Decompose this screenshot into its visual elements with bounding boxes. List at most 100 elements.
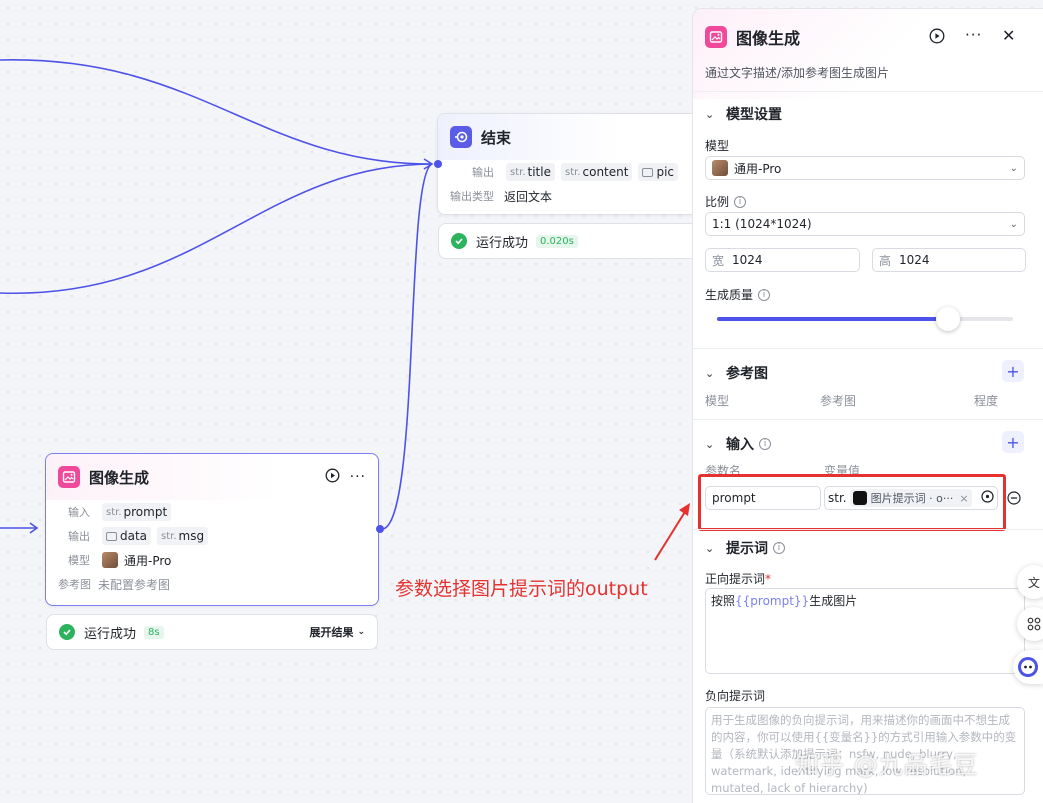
status-time-badge: 0.020s bbox=[536, 234, 578, 248]
model-value: 通用-Pro bbox=[124, 553, 172, 568]
image-node-output-port[interactable] bbox=[376, 525, 384, 533]
status-time-badge: 8s bbox=[144, 625, 164, 639]
divider bbox=[693, 419, 1043, 420]
more-icon[interactable]: ··· bbox=[350, 469, 366, 485]
run-icon[interactable] bbox=[325, 468, 340, 487]
output-tag-data: data bbox=[102, 527, 152, 545]
chevron-down-icon: ⌄ bbox=[705, 107, 715, 121]
height-input[interactable]: 高 1024 bbox=[872, 248, 1026, 272]
image-gen-icon bbox=[58, 466, 80, 488]
end-node-input-port[interactable] bbox=[434, 160, 442, 168]
output-tag-pic: pic bbox=[638, 163, 679, 181]
panel-description: 通过文字描述/添加参考图生成图片 bbox=[705, 66, 890, 80]
ref-col-model: 模型 bbox=[705, 394, 730, 408]
end-node[interactable]: 结束 输出 str. title str. content pic 输出类型 返回文… bbox=[437, 113, 699, 215]
quality-label: 生成质量 i bbox=[705, 286, 771, 303]
image-gen-icon bbox=[705, 26, 727, 48]
quality-slider-fill bbox=[717, 317, 948, 321]
prompt-header[interactable]: ⌄ 提示词 i bbox=[705, 538, 785, 558]
info-icon[interactable]: i bbox=[734, 195, 747, 208]
image-node-title: 图像生成 bbox=[89, 468, 150, 487]
end-node-icon bbox=[450, 126, 472, 148]
image-node-header: 图像生成 ··· bbox=[46, 454, 378, 500]
end-node-header: 结束 bbox=[438, 114, 698, 160]
assistant-bot-icon[interactable] bbox=[1013, 650, 1043, 684]
panel-title: 图像生成 bbox=[736, 29, 801, 48]
run-icon[interactable] bbox=[929, 28, 945, 48]
node-avatar-icon bbox=[852, 491, 867, 505]
ref-value: 未配置参考图 bbox=[98, 577, 171, 592]
clear-icon[interactable]: × bbox=[959, 492, 968, 505]
inputs-header[interactable]: ⌄ 输入 i bbox=[705, 434, 771, 454]
image-node-outputs: 输出 data str. msg bbox=[46, 524, 378, 548]
model-avatar bbox=[102, 552, 118, 568]
variable-value-select[interactable]: str. 图片提示词 · o··· × bbox=[824, 486, 998, 510]
end-node-status: 运行成功 0.020s bbox=[438, 223, 699, 259]
image-node-ref: 参考图 未配置参考图 bbox=[46, 572, 378, 596]
variable-tag: 图片提示词 · o··· × bbox=[849, 489, 972, 507]
success-check-icon bbox=[59, 624, 75, 640]
positive-prompt-textarea[interactable]: 按照{{prompt}}生成图片 bbox=[705, 588, 1025, 674]
end-node-output-type: 输出类型 返回文本 bbox=[438, 184, 698, 208]
positive-prompt-label: 正向提示词* bbox=[705, 572, 772, 586]
info-icon[interactable]: i bbox=[773, 542, 785, 554]
target-icon[interactable] bbox=[981, 490, 994, 506]
success-check-icon bbox=[451, 233, 467, 249]
add-reference-button[interactable]: + bbox=[1002, 360, 1024, 382]
info-icon[interactable]: i bbox=[759, 438, 771, 450]
output-type-label: 输出类型 bbox=[450, 190, 494, 203]
chevron-down-icon: ⌄ bbox=[357, 627, 365, 637]
divider bbox=[693, 91, 1043, 92]
model-avatar bbox=[712, 160, 728, 176]
status-text: 运行成功 bbox=[84, 626, 137, 642]
watermark: 知乎 @九品毛豆 bbox=[795, 751, 979, 779]
divider bbox=[693, 348, 1043, 349]
annotation-text: 参数选择图片提示词的output bbox=[395, 578, 648, 600]
more-icon[interactable]: ··· bbox=[965, 26, 982, 44]
chevron-down-icon: ⌄ bbox=[1009, 218, 1018, 230]
apps-grid-icon[interactable] bbox=[1017, 607, 1043, 641]
remove-input-icon[interactable] bbox=[1007, 490, 1021, 509]
input-tag-prompt: str. prompt bbox=[102, 503, 172, 521]
panel-title-row: 图像生成 bbox=[705, 25, 800, 49]
model-label: 模型 bbox=[68, 554, 90, 567]
chevron-down-icon: ⌄ bbox=[705, 541, 715, 555]
ref-col-image: 参考图 bbox=[820, 394, 857, 408]
image-node-model: 模型 通用-Pro bbox=[46, 548, 378, 572]
ref-col-degree: 程度 bbox=[974, 394, 999, 408]
end-node-outputs: 输出 str. title str. content pic bbox=[438, 160, 698, 184]
ratio-select[interactable]: 1:1 (1024*1024) ⌄ bbox=[705, 212, 1025, 236]
model-label: 模型 bbox=[705, 139, 730, 153]
close-icon[interactable]: ✕ bbox=[1002, 26, 1015, 45]
param-name-input[interactable]: prompt bbox=[705, 486, 821, 510]
output-label: 输出 bbox=[68, 530, 90, 543]
node-settings-panel: 图像生成 ··· ✕ 通过文字描述/添加参考图生成图片 ⌄ 模型设置 模型 通用… bbox=[692, 8, 1043, 803]
image-icon bbox=[106, 531, 117, 541]
output-type-value: 返回文本 bbox=[504, 189, 553, 204]
add-input-button[interactable]: + bbox=[1002, 431, 1024, 453]
quality-slider-track[interactable] bbox=[717, 307, 1013, 331]
chevron-down-icon: ⌄ bbox=[705, 437, 715, 451]
model-select[interactable]: 通用-Pro ⌄ bbox=[705, 156, 1025, 180]
panel-header-bg bbox=[693, 9, 1043, 99]
reference-header[interactable]: ⌄ 参考图 bbox=[705, 363, 768, 383]
output-tag-content: str. content bbox=[560, 163, 633, 181]
info-icon[interactable]: i bbox=[758, 288, 771, 301]
quality-slider-knob[interactable] bbox=[935, 307, 960, 331]
expand-results-button[interactable]: 展开结果 ⌄ bbox=[309, 624, 365, 640]
ratio-label: 比例 i bbox=[705, 193, 747, 210]
status-text: 运行成功 bbox=[476, 235, 529, 251]
divider bbox=[693, 529, 1043, 530]
output-tag-title: str. title bbox=[506, 163, 555, 181]
output-label: 输出 bbox=[472, 166, 494, 179]
input-label: 输入 bbox=[68, 506, 90, 519]
image-node-inputs: 输入 str. prompt bbox=[46, 500, 378, 524]
image-gen-node[interactable]: 图像生成 ··· 输入 str. prompt 输出 data str. msg 模… bbox=[45, 453, 379, 606]
width-input[interactable]: 宽 1024 bbox=[705, 248, 860, 272]
model-settings-header[interactable]: ⌄ 模型设置 bbox=[705, 104, 782, 124]
chevron-down-icon: ⌄ bbox=[1009, 162, 1018, 174]
ref-label: 参考图 bbox=[58, 578, 91, 591]
translate-icon[interactable]: 文 bbox=[1017, 565, 1043, 599]
chevron-down-icon: ⌄ bbox=[705, 366, 715, 380]
output-tag-msg: str. msg bbox=[157, 527, 209, 545]
